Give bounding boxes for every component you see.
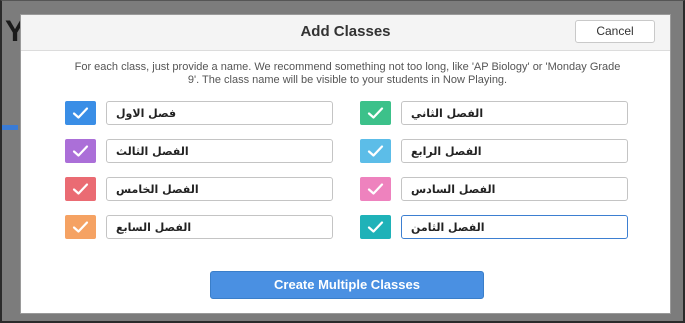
check-icon xyxy=(72,145,89,157)
check-icon xyxy=(72,221,89,233)
class-checkbox-8[interactable] xyxy=(360,215,391,239)
class-name-input-3[interactable] xyxy=(106,139,333,163)
check-icon xyxy=(72,183,89,195)
create-multiple-classes-button[interactable]: Create Multiple Classes xyxy=(210,271,484,299)
app-background: Y Add Classes Cancel For each class, jus… xyxy=(0,0,685,323)
class-checkbox-4[interactable] xyxy=(360,139,391,163)
check-icon xyxy=(367,221,384,233)
class-checkbox-5[interactable] xyxy=(65,177,96,201)
check-icon xyxy=(367,183,384,195)
class-name-input-1[interactable] xyxy=(106,101,333,125)
modal-header: Add Classes Cancel xyxy=(21,15,670,51)
class-checkbox-1[interactable] xyxy=(65,101,96,125)
class-name-input-6[interactable] xyxy=(401,177,628,201)
class-name-input-2[interactable] xyxy=(401,101,628,125)
add-classes-modal: Add Classes Cancel For each class, just … xyxy=(20,14,671,314)
check-icon xyxy=(367,107,384,119)
cancel-button[interactable]: Cancel xyxy=(575,20,655,43)
class-checkbox-6[interactable] xyxy=(360,177,391,201)
modal-description: For each class, just provide a name. We … xyxy=(74,61,621,86)
check-icon xyxy=(72,107,89,119)
class-checkbox-2[interactable] xyxy=(360,101,391,125)
class-checkbox-7[interactable] xyxy=(65,215,96,239)
check-icon xyxy=(367,145,384,157)
class-name-input-8[interactable] xyxy=(401,215,628,239)
background-nav-indicator xyxy=(2,125,18,130)
class-name-input-7[interactable] xyxy=(106,215,333,239)
class-name-input-5[interactable] xyxy=(106,177,333,201)
modal-title: Add Classes xyxy=(300,23,391,40)
class-checkbox-3[interactable] xyxy=(65,139,96,163)
class-name-input-4[interactable] xyxy=(401,139,628,163)
